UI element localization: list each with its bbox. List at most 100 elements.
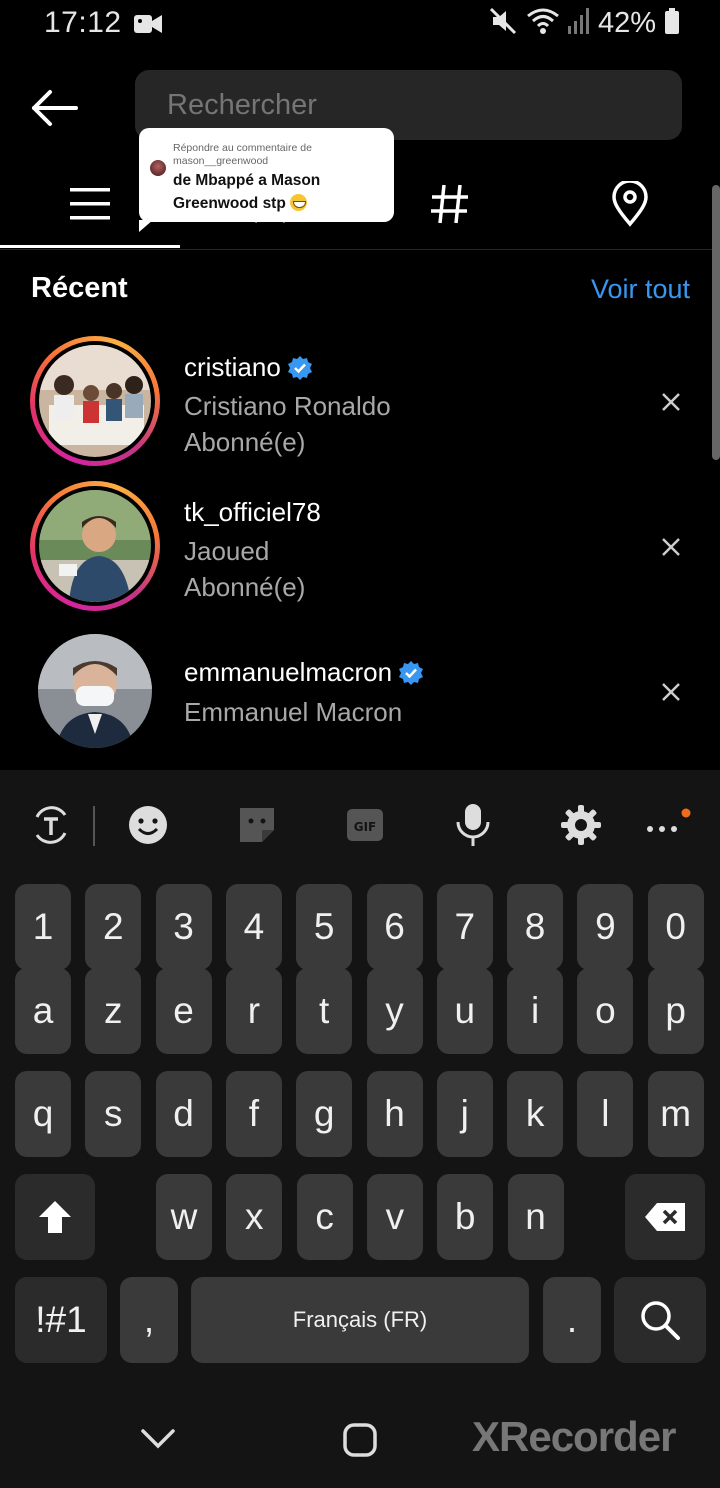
- nav-home-button[interactable]: [342, 1422, 378, 1463]
- key-u[interactable]: u: [436, 968, 493, 1054]
- remove-recent-button[interactable]: [656, 532, 686, 562]
- status-time: 17:12: [44, 6, 122, 39]
- sticker-icon[interactable]: [232, 800, 282, 850]
- settings-gear-icon[interactable]: [556, 800, 606, 850]
- key-y[interactable]: y: [366, 968, 423, 1054]
- story-ring: [30, 336, 160, 466]
- location-pin-icon: [612, 181, 648, 227]
- status-icons: 42%: [488, 6, 680, 41]
- remove-recent-button[interactable]: [656, 677, 686, 707]
- key-z[interactable]: z: [85, 968, 142, 1054]
- avatar: [38, 634, 152, 748]
- symbols-key[interactable]: !#1: [15, 1277, 107, 1363]
- mute-icon: [488, 6, 518, 41]
- key-i[interactable]: i: [507, 968, 564, 1054]
- key-7[interactable]: 7: [436, 884, 493, 970]
- key-h[interactable]: h: [366, 1071, 423, 1157]
- key-x[interactable]: x: [226, 1174, 283, 1260]
- keyboard-toolbar: GIF: [0, 770, 720, 880]
- key-p[interactable]: p: [647, 968, 704, 1054]
- key-m[interactable]: m: [647, 1071, 704, 1157]
- home-square-icon: [343, 1423, 377, 1457]
- more-dots-icon[interactable]: [642, 800, 692, 850]
- nav-hide-keyboard-button[interactable]: [140, 1426, 176, 1455]
- see-all-link[interactable]: Voir tout: [591, 274, 690, 305]
- recorder-watermark: XRecorder: [472, 1413, 676, 1460]
- recent-title: Récent: [31, 272, 128, 304]
- key-q[interactable]: q: [15, 1071, 71, 1157]
- follow-status: Abonné(e): [184, 427, 306, 457]
- search-key[interactable]: [614, 1277, 706, 1363]
- comment-reply-bubble: Répondre au commentaire de mason__greenw…: [139, 128, 394, 232]
- recent-item-cristiano[interactable]: cristiano Cristiano Ronaldo Abonné(e): [0, 330, 720, 470]
- key-8[interactable]: 8: [507, 884, 564, 970]
- recent-fullname: Emmanuel Macron: [184, 697, 403, 727]
- active-tab-indicator: [0, 245, 180, 248]
- avatar: [39, 490, 151, 602]
- key-0[interactable]: 0: [647, 884, 704, 970]
- key-s[interactable]: s: [85, 1071, 142, 1157]
- chevron-down-icon: [141, 1429, 175, 1449]
- hashtag-icon: [431, 184, 468, 224]
- key-b[interactable]: b: [437, 1174, 494, 1260]
- backspace-key[interactable]: [625, 1174, 705, 1260]
- username-text: cristiano: [184, 352, 281, 382]
- follow-status: Abonné(e): [184, 572, 306, 602]
- recent-item-tk-officiel78[interactable]: tk_officiel78 Jaoued Abonné(e): [0, 475, 720, 615]
- tab-places[interactable]: [540, 160, 720, 248]
- key-n[interactable]: n: [507, 1174, 564, 1260]
- key-9[interactable]: 9: [577, 884, 634, 970]
- battery-percentage: 42%: [597, 7, 656, 39]
- period-key[interactable]: .: [543, 1277, 601, 1363]
- key-g[interactable]: g: [296, 1071, 353, 1157]
- shift-arrow-icon: [39, 1201, 71, 1233]
- status-bar: 17:12 42%: [0, 0, 720, 50]
- key-d[interactable]: d: [155, 1071, 212, 1157]
- text-translate-icon[interactable]: [26, 800, 76, 850]
- key-3[interactable]: 3: [155, 884, 212, 970]
- family-photo-avatar: [39, 345, 151, 457]
- grin-emoji-icon: [290, 194, 308, 211]
- key-w[interactable]: w: [156, 1174, 212, 1260]
- space-key[interactable]: Français (FR): [191, 1277, 529, 1363]
- key-e[interactable]: e: [155, 968, 212, 1054]
- key-c[interactable]: c: [296, 1174, 353, 1260]
- scrollbar[interactable]: [712, 185, 720, 460]
- username-text: emmanuelmacron: [184, 657, 393, 687]
- key-a[interactable]: a: [15, 968, 71, 1054]
- key-o[interactable]: o: [577, 968, 634, 1054]
- reply-label: Répondre au commentaire de: [173, 142, 312, 154]
- search-icon: [641, 1301, 680, 1340]
- wifi-icon: [526, 7, 560, 40]
- back-button[interactable]: [28, 82, 80, 134]
- key-1[interactable]: 1: [15, 884, 71, 970]
- gif-icon[interactable]: GIF: [340, 800, 390, 850]
- key-6[interactable]: 6: [366, 884, 423, 970]
- svg-text:GIF: GIF: [354, 820, 377, 834]
- recent-fullname: Jaoued: [184, 536, 270, 566]
- verified-badge-icon: [287, 355, 312, 380]
- comment-text-line1: de Mbappé a Mason: [173, 172, 321, 189]
- shift-key[interactable]: [15, 1174, 95, 1260]
- key-v[interactable]: v: [366, 1174, 423, 1260]
- recent-fullname: Cristiano Ronaldo: [184, 391, 391, 421]
- close-icon: [662, 538, 680, 556]
- backspace-icon: [645, 1203, 685, 1231]
- comma-key[interactable]: ,: [120, 1277, 178, 1363]
- key-f[interactable]: f: [225, 1071, 282, 1157]
- recent-item-emmanuelmacron[interactable]: emmanuelmacron Emmanuel Macron: [0, 620, 720, 760]
- toolbar-divider: [93, 806, 95, 846]
- key-4[interactable]: 4: [225, 884, 282, 970]
- microphone-icon[interactable]: [448, 800, 498, 850]
- key-t[interactable]: t: [296, 968, 353, 1054]
- key-j[interactable]: j: [436, 1071, 493, 1157]
- person-photo-avatar: [39, 490, 151, 602]
- key-2[interactable]: 2: [85, 884, 142, 970]
- remove-recent-button[interactable]: [656, 387, 686, 417]
- key-l[interactable]: l: [577, 1071, 634, 1157]
- commenter-avatar: [150, 160, 166, 176]
- emoji-icon[interactable]: [123, 800, 173, 850]
- key-5[interactable]: 5: [296, 884, 353, 970]
- key-k[interactable]: k: [507, 1071, 564, 1157]
- key-r[interactable]: r: [225, 968, 282, 1054]
